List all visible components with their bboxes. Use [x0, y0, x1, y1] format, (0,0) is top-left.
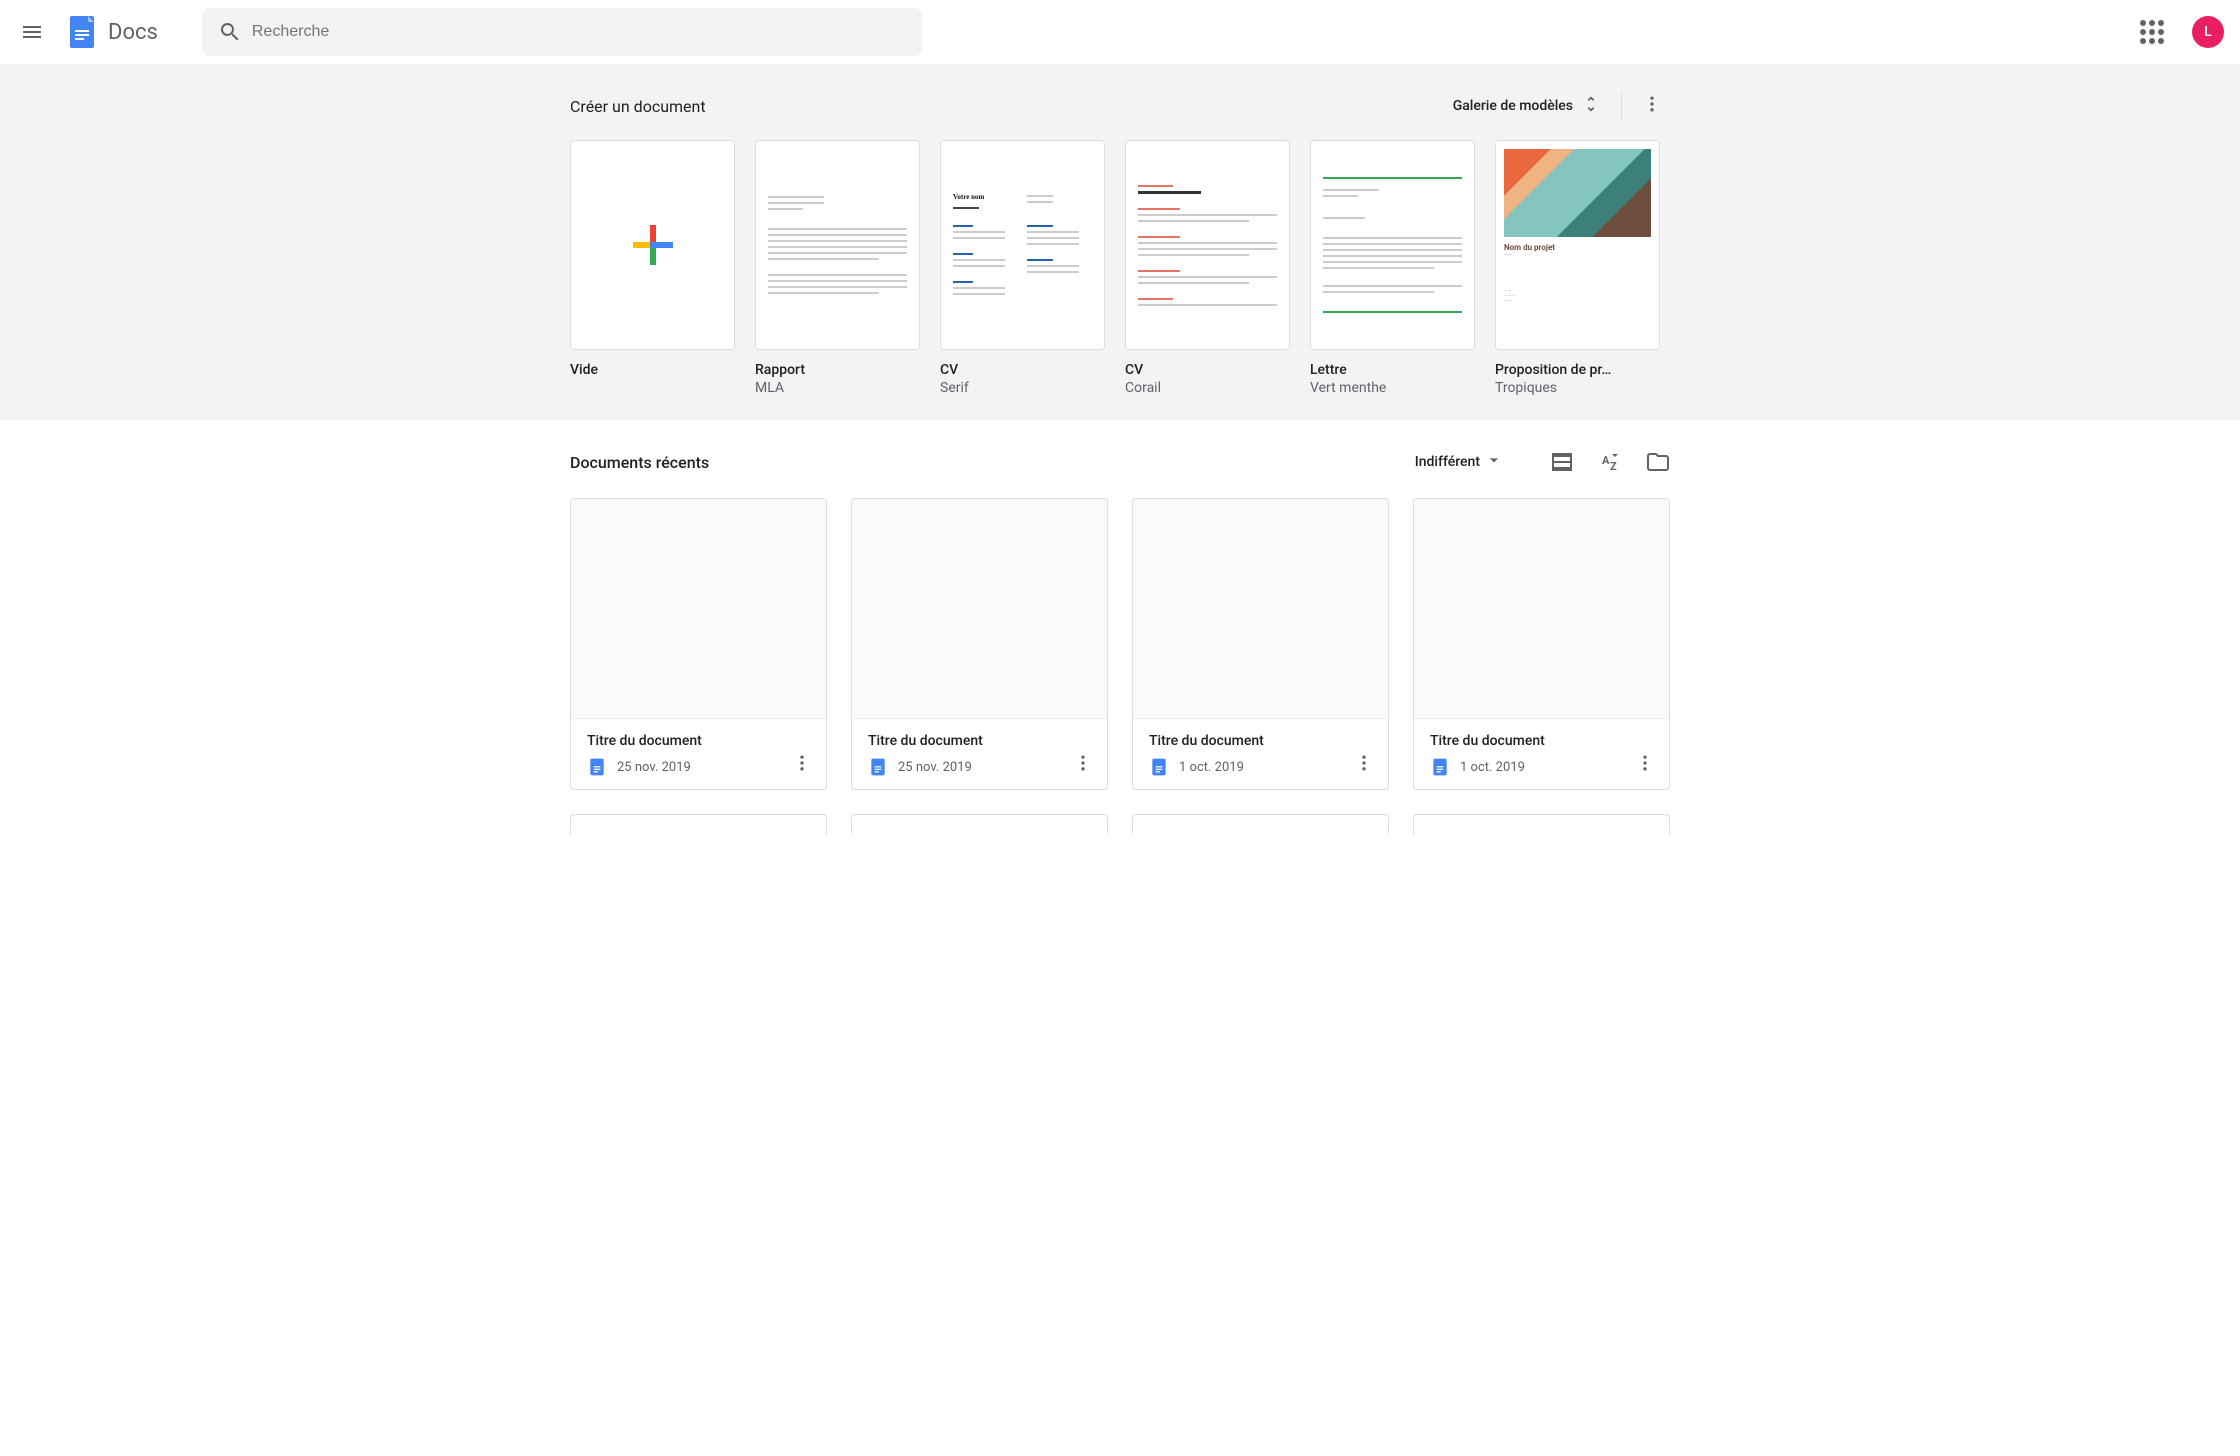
document-title: Titre du document — [587, 733, 810, 749]
search-icon — [210, 20, 250, 44]
document-date: 1 oct. 2019 — [1460, 760, 1525, 775]
ownership-filter[interactable]: Indifférent — [1409, 446, 1510, 478]
document-more-button[interactable] — [786, 747, 818, 779]
apps-grid-icon — [2140, 20, 2164, 44]
template-list: Vide Rapport MLA — [570, 140, 1670, 396]
template-gallery-section: Créer un document Galerie de modèles — [0, 64, 2240, 420]
template-subtitle: Vert menthe — [1310, 380, 1475, 396]
document-card-peek[interactable] — [1132, 814, 1389, 834]
template-name: Vide — [570, 362, 735, 378]
more-vert-icon — [1642, 94, 1662, 118]
sort-az-icon: AZ — [1598, 450, 1622, 474]
template-lettre-vert-menthe[interactable]: Lettre Vert menthe — [1310, 140, 1475, 396]
template-name: CV — [940, 362, 1105, 378]
docs-file-icon — [868, 757, 888, 777]
google-apps-button[interactable] — [2128, 8, 2176, 56]
template-subtitle: MLA — [755, 380, 920, 396]
template-name: Lettre — [1310, 362, 1475, 378]
document-date: 25 nov. 2019 — [617, 760, 691, 775]
open-file-picker-button[interactable] — [1646, 450, 1670, 474]
app-title: Docs — [108, 20, 158, 45]
template-gallery-more-button[interactable] — [1634, 88, 1670, 124]
ownership-filter-label: Indifférent — [1415, 454, 1480, 470]
recent-heading: Documents récents — [570, 453, 709, 472]
hamburger-icon — [20, 20, 44, 44]
template-subtitle: Tropiques — [1495, 380, 1660, 396]
template-subtitle: Serif — [940, 380, 1105, 396]
docs-icon — [64, 14, 100, 50]
document-date: 1 oct. 2019 — [1179, 760, 1244, 775]
more-vert-icon — [1073, 753, 1093, 773]
sort-button[interactable]: AZ — [1598, 450, 1622, 474]
document-more-button[interactable] — [1348, 747, 1380, 779]
template-cv-corail[interactable]: CV Corail — [1125, 140, 1290, 396]
docs-file-icon — [587, 757, 607, 777]
template-subtitle: Corail — [1125, 380, 1290, 396]
list-view-button[interactable] — [1550, 450, 1574, 474]
document-card[interactable]: Titre du document 1 oct. 2019 — [1413, 498, 1670, 790]
template-name: Proposition de pr… — [1495, 362, 1660, 378]
document-date: 25 nov. 2019 — [898, 760, 972, 775]
svg-text:A: A — [1602, 454, 1610, 467]
divider — [1621, 92, 1622, 120]
template-gallery-expand-button[interactable]: Galerie de modèles — [1445, 88, 1609, 124]
document-thumb — [852, 499, 1107, 719]
main-menu-button[interactable] — [8, 8, 56, 56]
document-card[interactable]: Titre du document 25 nov. 2019 — [570, 498, 827, 790]
template-gallery-button-label: Galerie de modèles — [1453, 98, 1573, 114]
arrow-drop-down-icon — [1484, 450, 1504, 474]
document-title: Titre du document — [1430, 733, 1653, 749]
document-title: Titre du document — [1149, 733, 1372, 749]
document-grid: Titre du document 25 nov. 2019 Titre du … — [570, 498, 1670, 834]
more-vert-icon — [1635, 753, 1655, 773]
app-logo[interactable]: Docs — [64, 14, 158, 50]
search-bar[interactable] — [202, 8, 922, 56]
plus-multicolor-icon — [629, 221, 677, 269]
document-card[interactable]: Titre du document 25 nov. 2019 — [851, 498, 1108, 790]
document-card-peek[interactable] — [851, 814, 1108, 834]
template-rapport-mla[interactable]: Rapport MLA — [755, 140, 920, 396]
docs-file-icon — [1149, 757, 1169, 777]
recent-documents-section: Documents récents Indifférent AZ — [0, 420, 2240, 894]
document-more-button[interactable] — [1067, 747, 1099, 779]
docs-file-icon — [1430, 757, 1450, 777]
template-name: CV — [1125, 362, 1290, 378]
document-thumb — [1414, 499, 1669, 719]
template-name: Rapport — [755, 362, 920, 378]
template-blank[interactable]: Vide — [570, 140, 735, 396]
document-card[interactable]: Titre du document 1 oct. 2019 — [1132, 498, 1389, 790]
document-thumb — [1133, 499, 1388, 719]
tropic-title: Nom du projet — [1504, 243, 1651, 252]
template-gallery-heading: Créer un document — [570, 97, 706, 116]
header: Docs L — [0, 0, 2240, 64]
unfold-more-icon — [1581, 94, 1601, 118]
document-title: Titre du document — [868, 733, 1091, 749]
more-vert-icon — [792, 753, 812, 773]
template-cv-serif[interactable]: Votre nom — [940, 140, 1105, 396]
document-thumb — [571, 499, 826, 719]
template-proposition-tropiques[interactable]: Nom du projet —— — —— — —— — Proposition… — [1495, 140, 1660, 396]
document-card-peek[interactable] — [570, 814, 827, 834]
folder-icon — [1646, 450, 1670, 474]
svg-text:Z: Z — [1610, 460, 1617, 473]
search-input[interactable] — [250, 22, 914, 42]
document-card-peek[interactable] — [1413, 814, 1670, 834]
document-more-button[interactable] — [1629, 747, 1661, 779]
account-avatar[interactable]: L — [2192, 16, 2224, 48]
list-view-icon — [1550, 450, 1574, 474]
more-vert-icon — [1354, 753, 1374, 773]
